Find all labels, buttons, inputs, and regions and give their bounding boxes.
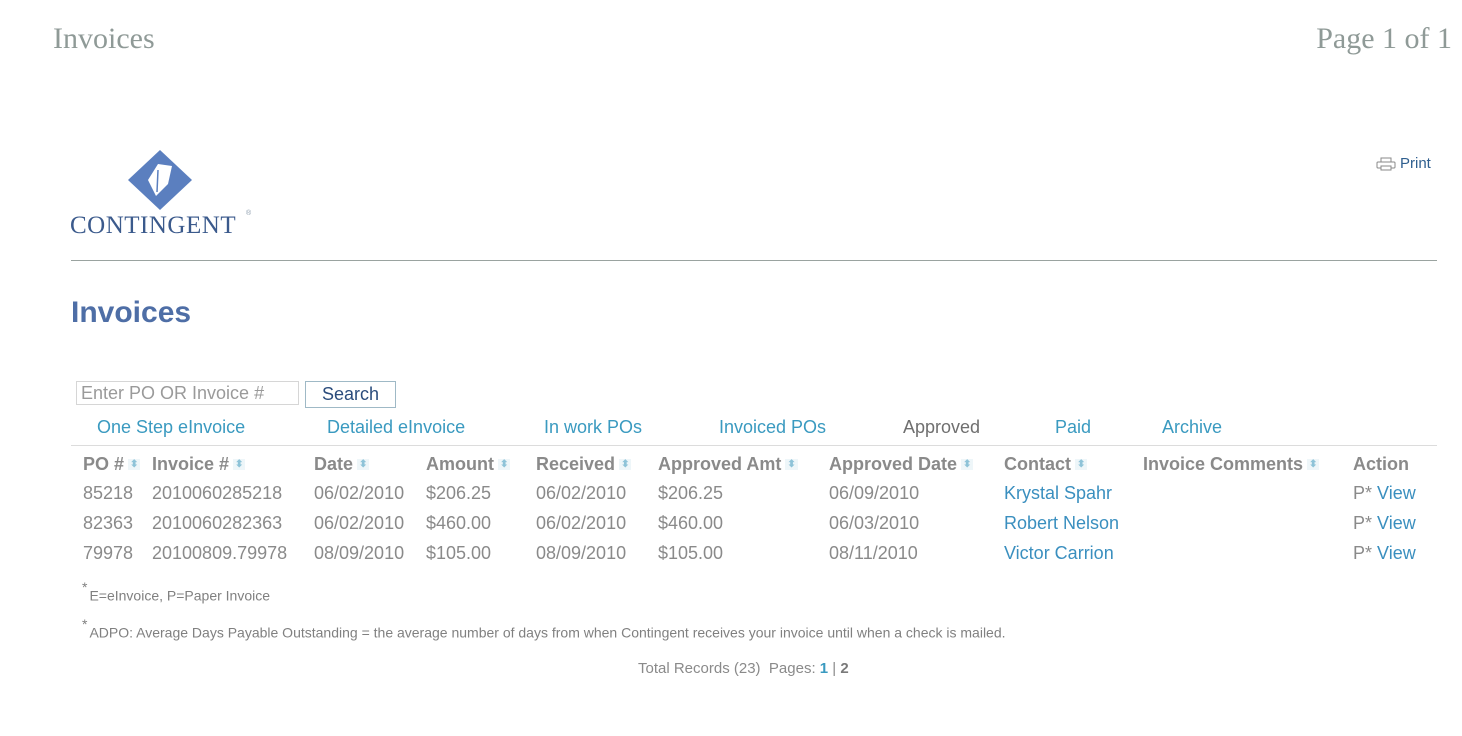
sort-icon[interactable]: ⬍ [128, 459, 141, 471]
sort-icon[interactable]: ⬍ [497, 459, 511, 471]
cell-approved-date: 06/03/2010 [829, 512, 920, 533]
invoice-type-note: *E=eInvoice, P=Paper Invoice [82, 579, 271, 604]
contingent-logo: CONTINGENT ® [70, 150, 260, 245]
tabs-divider [71, 445, 1437, 446]
column-header-invoice[interactable]: Invoice # ⬍ [152, 450, 314, 478]
pages-label: Pages: [768, 660, 816, 677]
print-header-title: Invoices [53, 22, 155, 55]
table-header-row: PO # ⬍ Invoice # ⬍ Date ⬍ Amount ⬍ Received ⬍… [71, 450, 1433, 478]
column-header-approved-date[interactable]: Approved Date ⬍ [829, 450, 1004, 478]
view-link[interactable]: View [1377, 483, 1416, 503]
contact-link[interactable]: Robert Nelson [1004, 513, 1119, 533]
cell-invoice: 20100809.79978 [152, 542, 288, 563]
sort-icon[interactable]: ⬍ [1075, 459, 1088, 471]
logo-diamond-icon [128, 150, 192, 210]
cell-approved-amt: $460.00 [658, 512, 724, 533]
page-link-2[interactable]: 2 [840, 660, 848, 677]
tab-invoiced-pos[interactable]: Invoiced POs [719, 417, 826, 438]
search-button[interactable]: Search [305, 381, 396, 408]
print-link[interactable]: Print [1376, 155, 1431, 172]
tab-in-work-pos[interactable]: In work POs [544, 417, 642, 438]
cell-amount: $460.00 [426, 512, 492, 533]
print-label: Print [1400, 155, 1431, 172]
cell-comments [1143, 478, 1353, 508]
sort-icon[interactable]: ⬍ [1307, 459, 1320, 471]
cell-invoice: 2010060282363 [152, 512, 283, 533]
tab-detailed-einvoice[interactable]: Detailed eInvoice [327, 417, 465, 438]
cell-amount: $206.25 [426, 482, 492, 503]
page-separator: | [832, 660, 837, 677]
column-header-received[interactable]: Received ⬍ [536, 450, 658, 478]
column-header-approved-amt[interactable]: Approved Amt ⬍ [658, 450, 829, 478]
cell-received: 06/02/2010 [536, 512, 627, 533]
table-row: 85218 2010060285218 06/02/2010 $206.25 0… [71, 478, 1433, 508]
contact-link[interactable]: Krystal Spahr [1004, 483, 1112, 503]
cell-po: 82363 [83, 512, 134, 533]
cell-amount: $105.00 [426, 542, 492, 563]
cell-po: 85218 [83, 482, 134, 503]
adpo-note: *ADPO: Average Days Payable Outstanding … [82, 616, 1006, 641]
cell-approved-amt: $206.25 [658, 482, 724, 503]
tab-approved[interactable]: Approved [903, 417, 980, 438]
logo-text: CONTINGENT [70, 212, 237, 239]
column-header-contact[interactable]: Contact ⬍ [1004, 450, 1143, 478]
cell-approved-amt: $105.00 [658, 542, 724, 563]
sort-icon[interactable]: ⬍ [357, 459, 370, 471]
tab-one-step-einvoice[interactable]: One Step eInvoice [97, 417, 245, 438]
cell-comments [1143, 538, 1353, 568]
cell-date: 06/02/2010 [314, 482, 405, 503]
search-input[interactable] [76, 381, 299, 405]
column-header-date[interactable]: Date ⬍ [314, 450, 426, 478]
page-title: Invoices [71, 296, 192, 329]
total-records: Total Records (23) [638, 660, 761, 677]
page-link-1[interactable]: 1 [820, 660, 828, 677]
cell-approved-date: 08/11/2010 [829, 542, 918, 563]
sort-icon[interactable]: ⬍ [785, 459, 798, 471]
column-header-amount[interactable]: Amount ⬍ [426, 450, 536, 478]
printer-icon [1376, 157, 1396, 170]
invoices-table: PO # ⬍ Invoice # ⬍ Date ⬍ Amount ⬍ Received ⬍… [71, 450, 1433, 568]
view-link[interactable]: View [1377, 513, 1416, 533]
view-link[interactable]: View [1377, 543, 1416, 563]
table-row: 82363 2010060282363 06/02/2010 $460.00 0… [71, 508, 1433, 538]
cell-po: 79978 [83, 542, 134, 563]
cell-date: 06/02/2010 [314, 512, 405, 533]
cell-date: 08/09/2010 [314, 542, 405, 563]
tab-paid[interactable]: Paid [1055, 417, 1091, 438]
cell-comments [1143, 508, 1353, 538]
contact-link[interactable]: Victor Carrion [1004, 543, 1114, 563]
sort-icon[interactable]: ⬍ [619, 459, 632, 471]
tab-archive[interactable]: Archive [1162, 417, 1222, 438]
invoice-type: P* [1353, 512, 1373, 533]
cell-invoice: 2010060285218 [152, 482, 283, 503]
page-indicator: Page 1 of 1 [1316, 22, 1452, 55]
column-header-action: Action [1353, 453, 1409, 474]
pagination: Total Records (23) Pages: 1 | 2 [638, 660, 849, 677]
cell-received: 06/02/2010 [536, 482, 627, 503]
header-divider [71, 260, 1437, 261]
cell-approved-date: 06/09/2010 [829, 482, 920, 503]
invoice-type: P* [1353, 482, 1373, 503]
cell-received: 08/09/2010 [536, 542, 627, 563]
sort-icon[interactable]: ⬍ [961, 459, 974, 471]
logo-registered-mark: ® [246, 210, 252, 217]
column-header-po[interactable]: PO # ⬍ [71, 450, 152, 478]
invoice-type: P* [1353, 542, 1373, 563]
sort-icon[interactable]: ⬍ [233, 459, 246, 471]
table-row: 79978 20100809.79978 08/09/2010 $105.00 … [71, 538, 1433, 568]
column-header-invoice-comments[interactable]: Invoice Comments ⬍ [1143, 450, 1353, 478]
